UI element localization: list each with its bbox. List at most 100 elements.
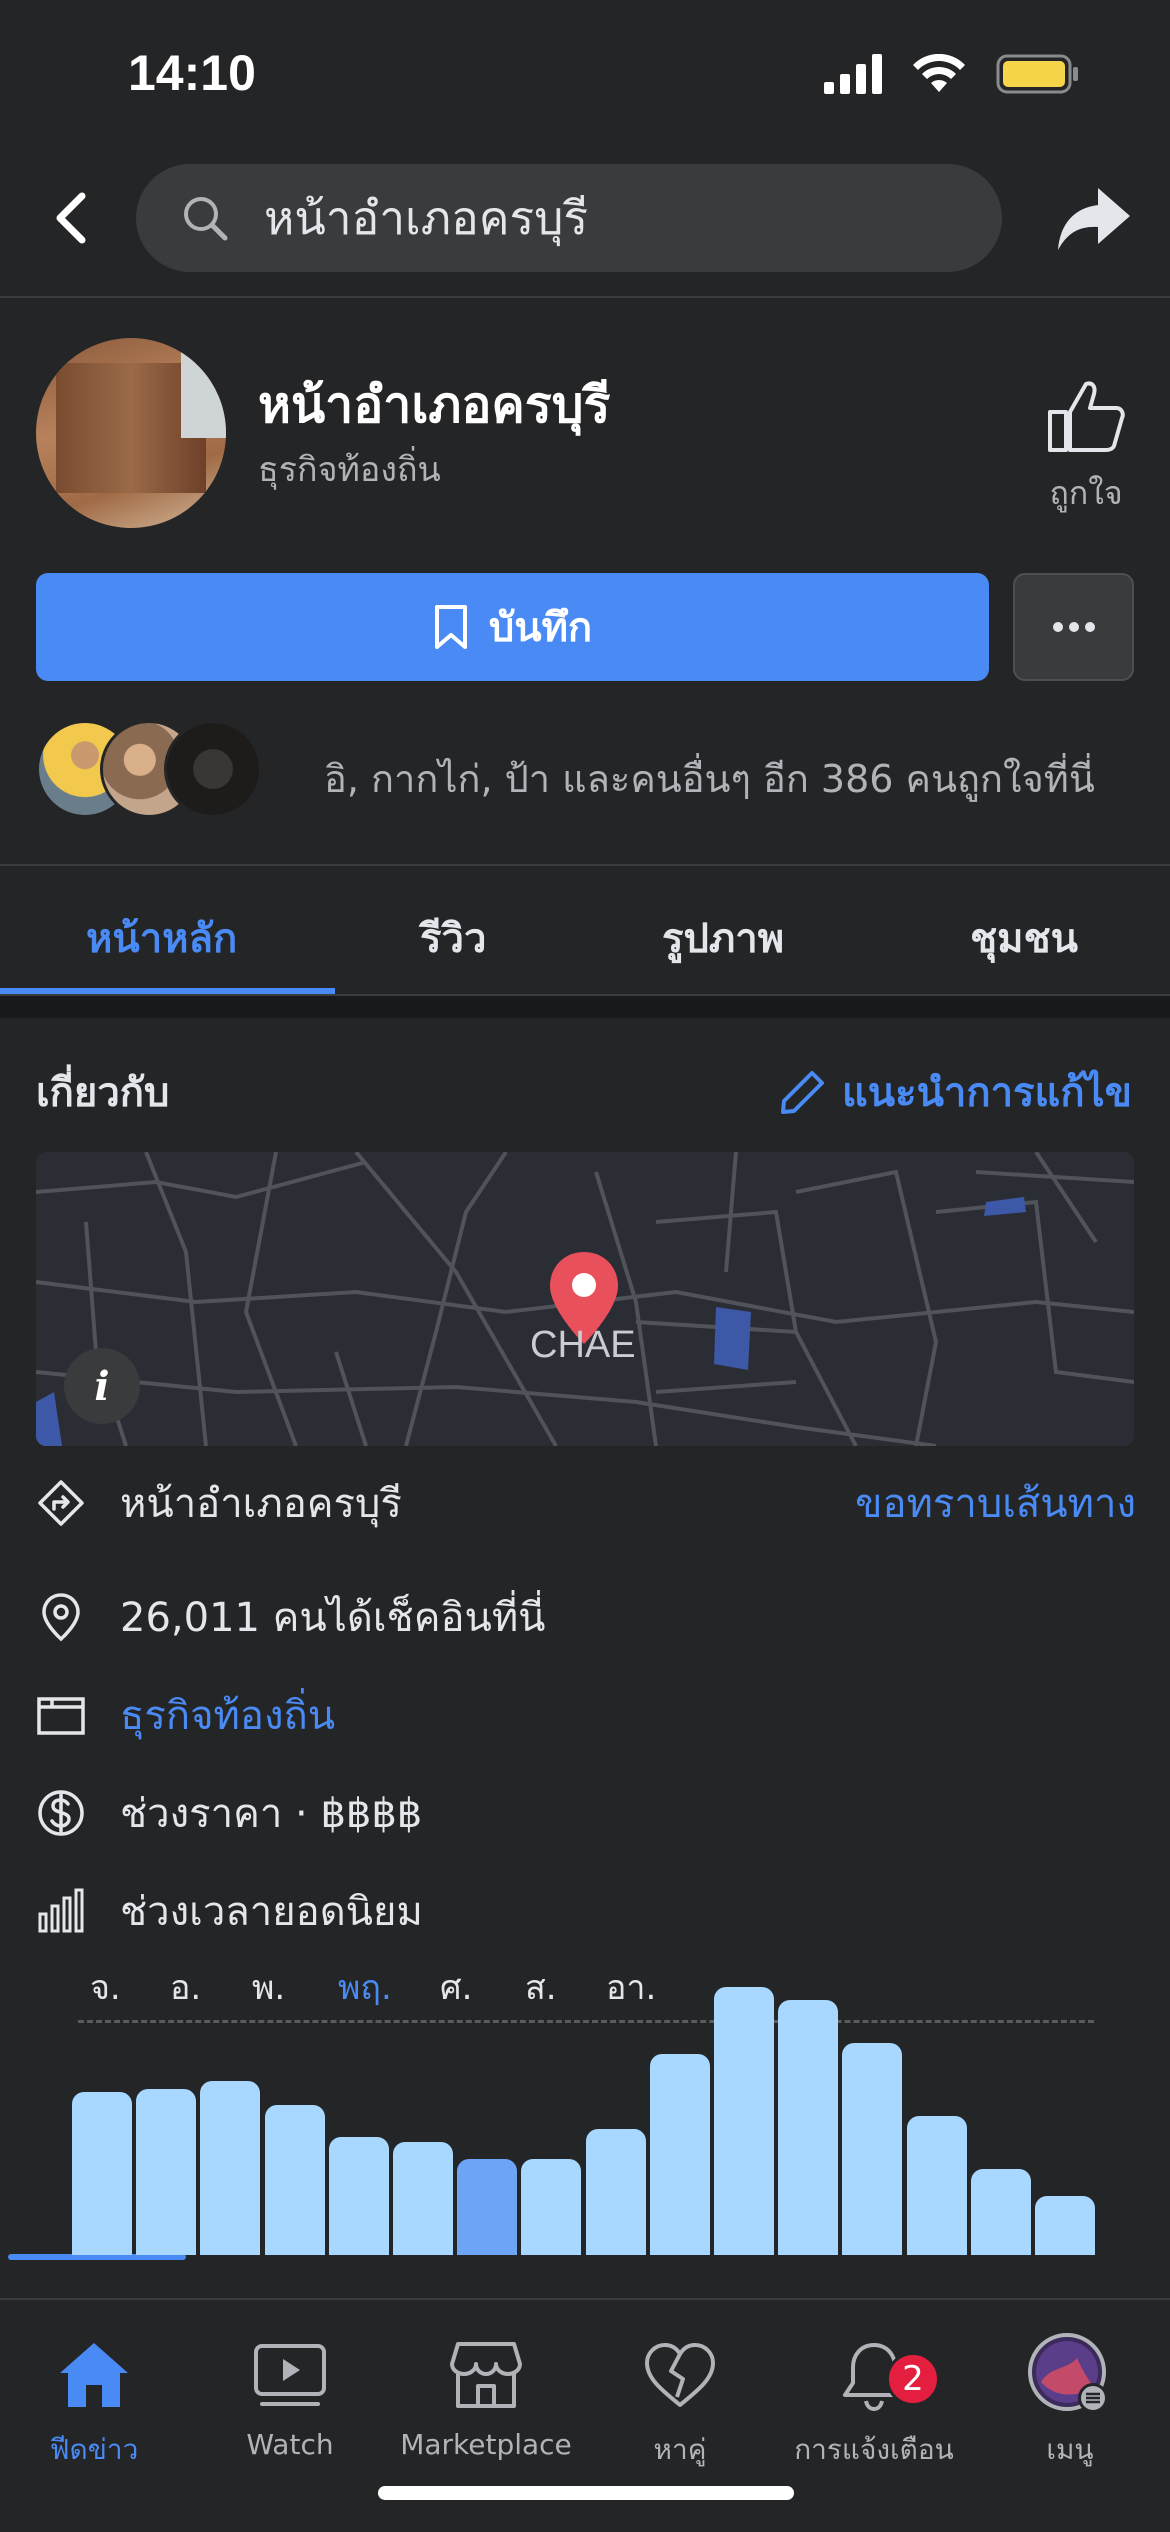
save-button[interactable]: บันทึก <box>36 573 989 681</box>
category-row[interactable]: ธุรกิจท้องถิ่น <box>36 1680 1136 1750</box>
tab-bar-menu[interactable]: เมนู <box>970 2330 1170 2472</box>
home-icon <box>0 2330 194 2420</box>
thumbs-up-icon <box>1048 381 1125 452</box>
tab-bar-label: หาคู่ <box>653 2433 707 2466</box>
suggest-edit-link[interactable]: แนะนำการแก้ไข <box>780 1060 1132 1124</box>
map-label: CHAE <box>530 1324 636 1366</box>
bookmark-icon <box>434 605 467 649</box>
nav-divider <box>0 296 1170 298</box>
tab-reviews[interactable]: รีวิว <box>420 906 486 970</box>
directions-icon <box>36 1478 86 1528</box>
tab-bar-label: ฟีดข่าว <box>49 2433 139 2466</box>
address-row[interactable]: หน้าอำเภอครบุรี ขอทราบเส้นทาง <box>36 1468 1136 1538</box>
bell-icon <box>774 2330 974 2420</box>
day-label[interactable]: พ. <box>252 1960 285 2014</box>
share-icon[interactable] <box>1054 180 1134 260</box>
address-text: หน้าอำเภอครบุรี <box>120 1481 402 1527</box>
more-options-button[interactable] <box>1013 573 1134 681</box>
about-title: เกี่ยวกับ <box>36 1070 170 1116</box>
tab-community[interactable]: ชุมชน <box>970 906 1078 970</box>
notification-badge: 2 <box>886 2352 940 2406</box>
tab-bar-news-feed[interactable]: ฟีดข่าว <box>0 2330 194 2472</box>
tab-bar-label: เมนู <box>1046 2433 1094 2466</box>
day-label[interactable]: พฤ. <box>338 1960 392 2014</box>
day-label[interactable]: อา. <box>606 1960 656 2014</box>
chart-bar <box>714 1987 774 2255</box>
chart-bar <box>970 2169 1031 2255</box>
menu-avatar-icon <box>970 2330 1170 2420</box>
price-range-text: ช่วงราคา · ฿฿฿฿ <box>120 1791 423 1837</box>
map-info-button[interactable]: i <box>64 1348 140 1424</box>
price-range-row: ช่วงราคา · ฿฿฿฿ <box>36 1778 1136 1848</box>
chart-bar <box>328 2137 389 2255</box>
popular-times-row: ช่วงเวลายอดนิยม <box>36 1876 1136 1946</box>
pencil-icon <box>780 1071 824 1114</box>
avatar-sky <box>181 338 226 438</box>
tab-home[interactable]: หน้าหลัก <box>86 906 237 970</box>
popular-times-text: ช่วงเวลายอดนิยม <box>120 1889 423 1935</box>
save-label: บันทึก <box>488 605 593 651</box>
tab-bar-marketplace[interactable]: Marketplace <box>386 2330 586 2461</box>
watch-icon <box>190 2330 390 2420</box>
chart-bar <box>521 2158 582 2255</box>
get-directions-link[interactable]: ขอทราบเส้นทาง <box>855 1471 1136 1535</box>
friend-avatar <box>164 720 262 818</box>
chart-bar <box>136 2088 197 2255</box>
checkins-text: 26,011 คนได้เช็คอินที่นี่ <box>120 1595 546 1641</box>
day-label[interactable]: จ. <box>90 1960 121 2014</box>
checkins-row: 26,011 คนได้เช็คอินที่นี่ <box>36 1582 1136 1652</box>
nav-bar: หน้าอำเภอครบุรี <box>0 160 1170 290</box>
status-bar: 14:10 <box>0 0 1170 150</box>
chart-bar <box>72 2091 132 2255</box>
page-category: ธุรกิจท้องถิ่น <box>258 450 441 490</box>
status-time: 14:10 <box>128 45 256 101</box>
back-icon[interactable] <box>44 188 104 248</box>
page-header: หน้าอำเภอครบุรี ธุรกิจท้องถิ่น ถูกใจ <box>36 338 1136 528</box>
tab-bar-notifications[interactable]: 2 การแจ้งเตือน <box>774 2330 974 2472</box>
location-map[interactable]: CHAE i <box>36 1152 1134 1446</box>
tab-photos[interactable]: รูปภาพ <box>662 906 784 970</box>
day-label[interactable]: ส. <box>525 1960 557 2014</box>
status-icons <box>824 54 1080 94</box>
chart-max-line <box>78 2020 1094 2023</box>
friends-like-text: อิ, กากไก่, ป้า และคนอื่นๆ อีก 386 คนถูก… <box>324 757 1095 801</box>
signal-icon <box>824 54 882 94</box>
chart-bar <box>393 2142 453 2255</box>
chart-bar <box>649 2054 710 2255</box>
page-avatar[interactable] <box>36 338 226 528</box>
tab-bar-dating[interactable]: หาคู่ <box>580 2330 780 2472</box>
bar-chart-icon <box>36 1886 86 1936</box>
day-label[interactable]: อ. <box>170 1960 201 2014</box>
search-text: หน้าอำเภอครบุรี <box>264 190 589 245</box>
tab-bar-label: การแจ้งเตือน <box>794 2433 954 2466</box>
chart-bar <box>200 2080 261 2255</box>
tab-bar-label: Watch <box>246 2428 334 2461</box>
dollar-icon <box>36 1788 86 1838</box>
marketplace-icon <box>386 2330 586 2420</box>
tab-bar-label: Marketplace <box>400 2428 572 2461</box>
section-separator <box>0 996 1170 1018</box>
like-button[interactable]: ถูกใจ <box>1036 378 1136 519</box>
page-tabs: หน้าหลัก รีวิว รูปภาพ ชุมชน <box>0 866 1170 996</box>
location-pin-icon <box>36 1592 86 1642</box>
like-label: ถูกใจ <box>1049 474 1123 512</box>
dating-icon <box>580 2330 780 2420</box>
chart-bar <box>585 2129 646 2255</box>
tab-bar-watch[interactable]: Watch <box>190 2330 390 2461</box>
category-icon <box>36 1690 86 1740</box>
category-link[interactable]: ธุรกิจท้องถิ่น <box>120 1683 335 1747</box>
search-icon <box>184 197 228 241</box>
chart-bar <box>457 2158 518 2255</box>
chart-bar <box>1035 2196 1095 2255</box>
more-icon <box>1052 622 1095 632</box>
chart-bar <box>264 2104 325 2255</box>
friends-like-row[interactable]: อิ, กากไก่, ป้า และคนอื่นๆ อีก 386 คนถูก… <box>36 720 1136 820</box>
home-indicator <box>378 2486 794 2500</box>
day-label[interactable]: ศ. <box>440 1960 472 2014</box>
battery-icon <box>996 54 1078 94</box>
search-input[interactable]: หน้าอำเภอครบุรี <box>136 164 1002 272</box>
chart-bar <box>778 2000 839 2255</box>
chart-bar <box>906 2115 967 2255</box>
chart-bar <box>842 2043 903 2255</box>
popular-times-chart: จ. อ. พ. พฤ. ศ. ส. อา. <box>0 1960 1170 2300</box>
